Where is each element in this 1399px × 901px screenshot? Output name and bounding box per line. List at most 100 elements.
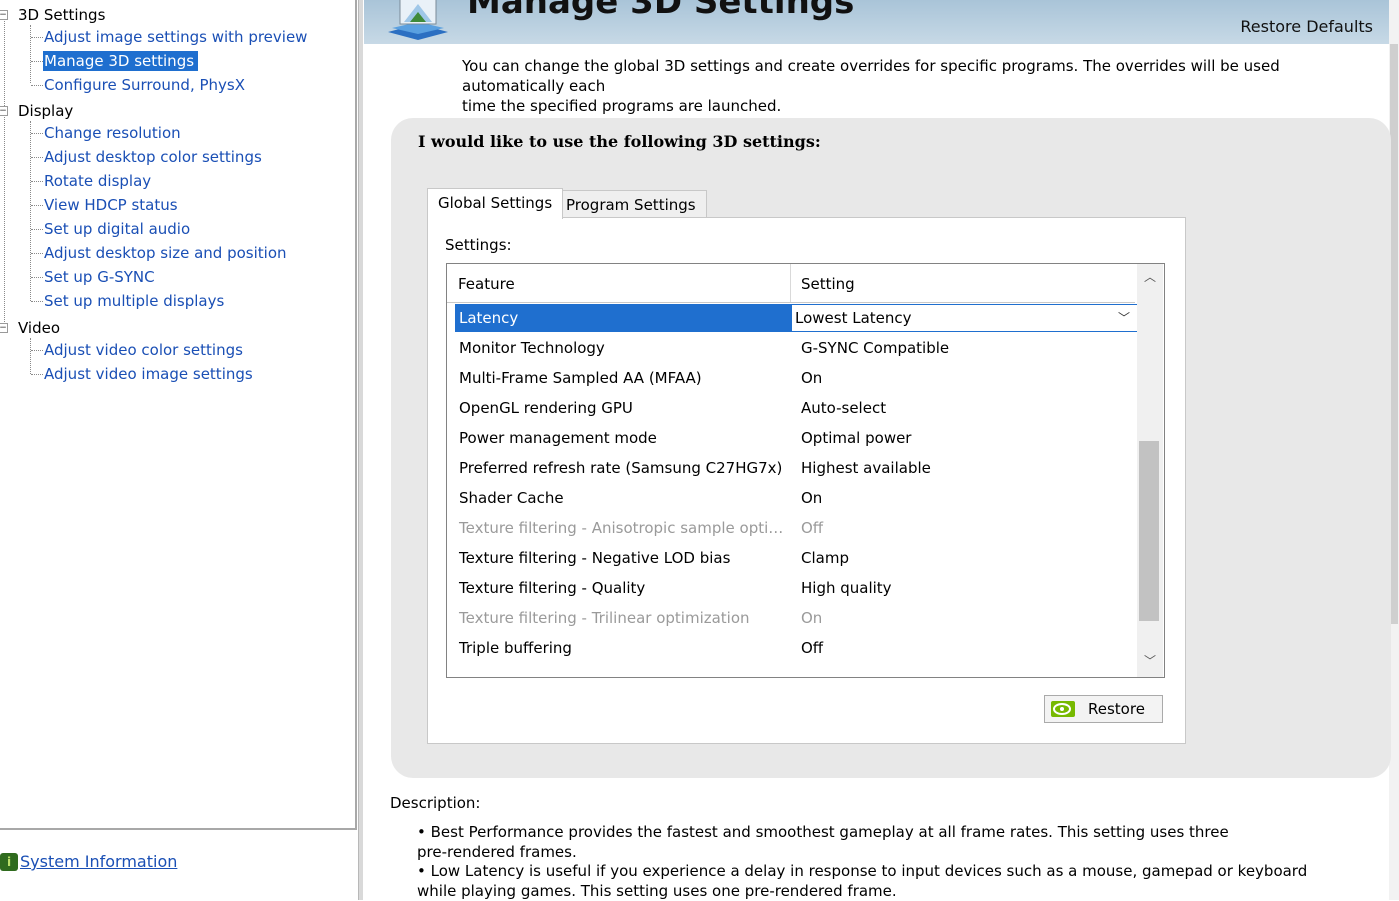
chevron-up-icon[interactable]: ︿	[1137, 268, 1163, 285]
page-header: Manage 3D Settings Restore Defaults	[364, 0, 1389, 44]
pane-splitter[interactable]	[358, 0, 363, 900]
table-row[interactable]: Texture filtering - Quality High quality	[455, 573, 1135, 603]
setting-cell[interactable]: On	[801, 363, 822, 393]
setting-cell[interactable]: Highest available	[801, 453, 931, 483]
tree-connector	[31, 205, 43, 206]
table-row[interactable]: Monitor Technology G-SYNC Compatible	[455, 333, 1135, 363]
feature-cell[interactable]: Monitor Technology	[459, 333, 605, 363]
feature-cell[interactable]: Power management mode	[459, 423, 657, 453]
chevron-down-icon[interactable]: ﹀	[1118, 305, 1130, 331]
tree-connector	[31, 133, 43, 134]
column-header-feature[interactable]: Feature	[458, 275, 515, 293]
setting-cell[interactable]: Clamp	[801, 543, 849, 573]
setting-cell[interactable]: Optimal power	[801, 423, 911, 453]
feature-cell[interactable]: Texture filtering - Anisotropic sample o…	[459, 513, 783, 543]
system-information-link[interactable]: System Information	[20, 852, 177, 871]
restore-button-label: Restore	[1088, 700, 1145, 718]
column-divider[interactable]	[790, 264, 791, 302]
description-line: while playing games. This setting uses o…	[417, 882, 897, 900]
tree-connector	[31, 374, 43, 375]
setting-cell[interactable]: Off	[801, 633, 823, 663]
nvidia-logo-icon	[1051, 701, 1075, 717]
table-row[interactable]: Texture filtering - Anisotropic sample o…	[455, 513, 1135, 543]
tree-item-manage-3d-settings[interactable]: Manage 3D settings	[43, 51, 199, 71]
feature-cell[interactable]: Multi-Frame Sampled AA (MFAA)	[459, 363, 702, 393]
tree-connector	[31, 157, 43, 158]
grid-scrollbar-thumb[interactable]	[1139, 441, 1159, 621]
tree-item-gsync[interactable]: Set up G-SYNC	[44, 267, 155, 287]
collapse-icon[interactable]: −	[0, 106, 8, 116]
tree-connector	[31, 301, 43, 302]
tree-connector	[31, 350, 43, 351]
setting-cell[interactable]: G-SYNC Compatible	[801, 333, 949, 363]
tree-item-desktop-size[interactable]: Adjust desktop size and position	[44, 243, 287, 263]
table-row[interactable]: OpenGL rendering GPU Auto-select	[455, 393, 1135, 423]
tree-connector	[4, 14, 5, 326]
tree-item-hdcp-status[interactable]: View HDCP status	[44, 195, 178, 215]
grid-scrollbar[interactable]: ︿ ﹀	[1137, 264, 1163, 677]
settings-label: Settings:	[445, 236, 512, 254]
setting-cell[interactable]: Off	[801, 513, 823, 543]
tree-item-multiple-displays[interactable]: Set up multiple displays	[44, 291, 224, 311]
feature-cell[interactable]: OpenGL rendering GPU	[459, 393, 633, 423]
restore-button[interactable]: Restore	[1044, 695, 1163, 723]
description-line: pre-rendered frames.	[417, 843, 577, 861]
tree-section-display[interactable]: Display	[18, 101, 73, 121]
collapse-icon[interactable]: −	[0, 323, 8, 333]
setting-dropdown[interactable]: Lowest Latency ﹀	[791, 304, 1139, 332]
intro-text: You can change the global 3D settings an…	[462, 56, 1382, 116]
intro-line: time the specified programs are launched…	[462, 97, 782, 115]
chevron-down-icon[interactable]: ﹀	[1137, 652, 1163, 669]
page-title: Manage 3D Settings	[467, 0, 855, 22]
table-row[interactable]: Preferred refresh rate (Samsung C27HG7x)…	[455, 453, 1135, 483]
tree-connector	[31, 85, 43, 86]
tree-item-adjust-image-settings[interactable]: Adjust image settings with preview	[44, 27, 307, 47]
table-row[interactable]: Texture filtering - Trilinear optimizati…	[455, 603, 1135, 633]
table-row[interactable]: Shader Cache On	[455, 483, 1135, 513]
tab-global-settings[interactable]: Global Settings	[427, 188, 564, 219]
feature-cell[interactable]: Preferred refresh rate (Samsung C27HG7x)	[459, 453, 782, 483]
feature-cell[interactable]: Texture filtering - Trilinear optimizati…	[459, 603, 750, 633]
table-row[interactable]: Power management mode Optimal power	[455, 423, 1135, 453]
tree-connector	[30, 25, 31, 83]
setting-cell[interactable]: Auto-select	[801, 393, 886, 423]
table-row[interactable]: Texture filtering - Negative LOD bias Cla…	[455, 543, 1135, 573]
tree-item-digital-audio[interactable]: Set up digital audio	[44, 219, 190, 239]
tree-connector	[31, 61, 43, 62]
settings-grid: Feature Setting Latency Lowest Latency ﹀ Mo…	[446, 263, 1165, 678]
feature-cell[interactable]: Latency	[455, 304, 793, 332]
setting-cell[interactable]: On	[801, 483, 822, 513]
tree-section-3d-settings[interactable]: 3D Settings	[18, 5, 105, 25]
tree-item-rotate-display[interactable]: Rotate display	[44, 171, 151, 191]
tree-item-change-resolution[interactable]: Change resolution	[44, 123, 181, 143]
tree-item-desktop-color[interactable]: Adjust desktop color settings	[44, 147, 262, 167]
collapse-icon[interactable]: −	[0, 10, 8, 20]
tree-section-video[interactable]: Video	[18, 318, 60, 338]
setting-cell[interactable]: High quality	[801, 573, 892, 603]
description-label: Description:	[390, 794, 481, 812]
table-row[interactable]: Multi-Frame Sampled AA (MFAA) On	[455, 363, 1135, 393]
panel-heading: I would like to use the following 3D set…	[418, 132, 821, 151]
restore-defaults-link[interactable]: Restore Defaults	[1240, 17, 1373, 36]
feature-cell[interactable]: Triple buffering	[459, 633, 572, 663]
tree-connector	[31, 37, 43, 38]
description-line: • Low Latency is useful if you experienc…	[417, 862, 1308, 880]
tab-program-settings[interactable]: Program Settings	[555, 190, 707, 220]
tree-item-configure-surround[interactable]: Configure Surround, PhysX	[44, 75, 245, 95]
tree-item-video-color[interactable]: Adjust video color settings	[44, 340, 243, 360]
feature-cell[interactable]: Texture filtering - Negative LOD bias	[459, 543, 730, 573]
page-scrollbar-thumb[interactable]	[1390, 44, 1398, 624]
setting-cell[interactable]: On	[801, 603, 822, 633]
table-row[interactable]: Triple buffering Off	[455, 633, 1135, 663]
table-row[interactable]: Latency Lowest Latency ﹀	[455, 303, 1139, 333]
tree-connector	[31, 229, 43, 230]
tree-item-video-image[interactable]: Adjust video image settings	[44, 364, 253, 384]
feature-cell[interactable]: Shader Cache	[459, 483, 564, 513]
navigation-tree: − 3D Settings Adjust image settings with…	[0, 0, 357, 830]
tree-connector	[30, 121, 31, 301]
tree-connector	[31, 253, 43, 254]
column-header-setting[interactable]: Setting	[801, 275, 855, 293]
system-information-link-row: i System Information	[0, 852, 177, 871]
nvidia-3d-logo-icon	[388, 0, 448, 40]
feature-cell[interactable]: Texture filtering - Quality	[459, 573, 645, 603]
